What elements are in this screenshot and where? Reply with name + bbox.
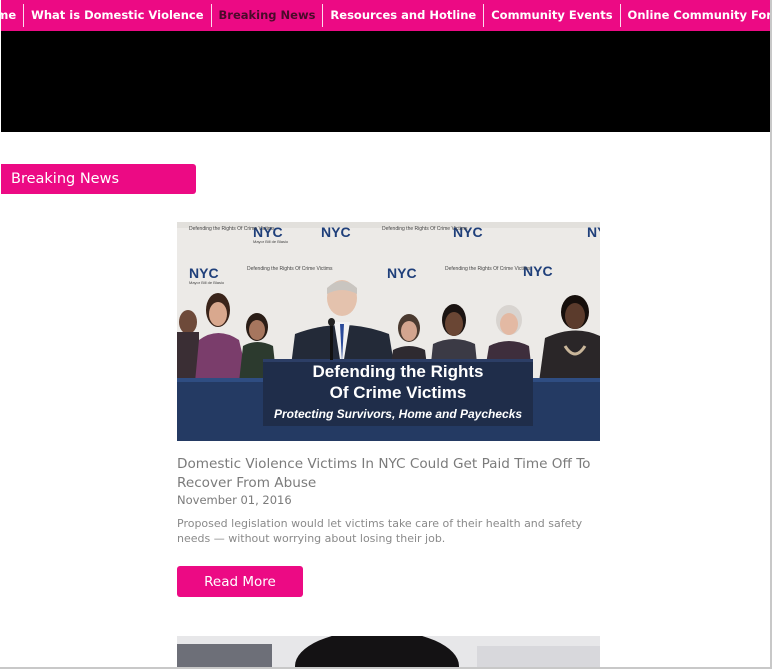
- podium-line-1: Defending the Rights: [313, 362, 484, 381]
- article-photo-graphic: NYC NYC NYC NYC NYC NYC NYC Defending th…: [177, 222, 600, 441]
- nav-item-breaking-news[interactable]: Breaking News: [210, 4, 323, 27]
- backdrop-caption-2: Defending the Rights Of Crime Victims: [382, 226, 468, 232]
- article-date: November 01, 2016: [177, 493, 292, 507]
- backdrop-small-2: Mayor Bill de Blasio: [189, 280, 225, 285]
- read-more-button[interactable]: Read More: [177, 566, 303, 597]
- page-frame: Home What is Domestic Violence Breaking …: [0, 0, 772, 669]
- article-title[interactable]: Domestic Violence Victims In NYC Could G…: [177, 455, 607, 493]
- next-article-photo-graphic: [177, 636, 600, 667]
- nav-item-what-is-domestic-violence[interactable]: What is Domestic Violence: [23, 4, 210, 27]
- nav-item-online-community-forum[interactable]: Online Community Forum: [619, 4, 770, 27]
- nav-item-resources-and-hotline[interactable]: Resources and Hotline: [322, 4, 483, 27]
- backdrop-caption-4: Defending the Rights Of Crime Victims: [445, 266, 531, 272]
- backdrop-nyc-5: NYC: [387, 265, 417, 281]
- section-label-breaking-news: Breaking News: [1, 164, 196, 194]
- nav-item-community-events[interactable]: Community Events: [483, 4, 619, 27]
- backdrop-nyc-4: NYC: [189, 265, 219, 281]
- backdrop-caption-1: Defending the Rights Of Crime Victims: [189, 226, 275, 232]
- nav-item-home[interactable]: Home: [0, 4, 23, 27]
- article-photo[interactable]: NYC NYC NYC NYC NYC NYC NYC Defending th…: [177, 222, 600, 441]
- backdrop-nyc-7: NYC: [587, 224, 600, 240]
- next-article-photo[interactable]: [177, 636, 600, 667]
- header-banner: [1, 31, 770, 132]
- podium-line-3: Protecting Survivors, Home and Paychecks: [274, 407, 522, 421]
- backdrop-small-1: Mayor Bill de Blasio: [253, 239, 289, 244]
- backdrop-nyc-2: NYC: [321, 224, 351, 240]
- main-nav: Home What is Domestic Violence Breaking …: [0, 0, 770, 31]
- backdrop-caption-3: Defending the Rights Of Crime Victims: [247, 266, 333, 272]
- podium-line-2: Of Crime Victims: [330, 383, 467, 402]
- article-summary: Proposed legislation would let victims t…: [177, 517, 583, 545]
